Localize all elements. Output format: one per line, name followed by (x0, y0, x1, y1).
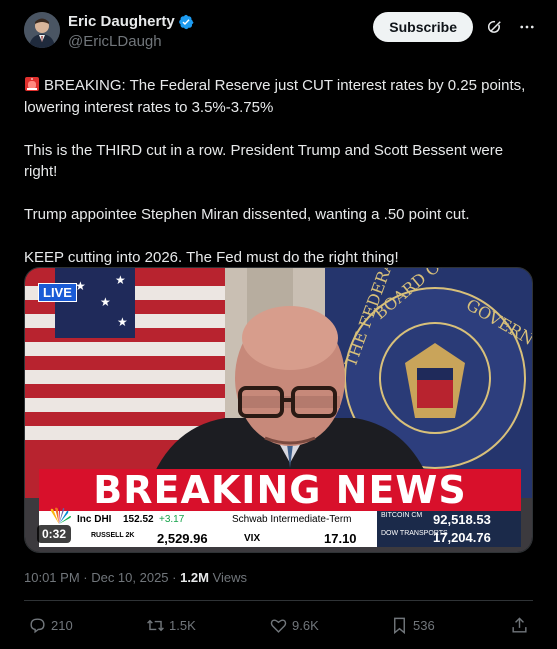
video-duration: 0:32 (37, 525, 72, 543)
author-handle[interactable]: @EricLDaugh (68, 32, 194, 51)
nbc-peacock-logo-icon (50, 507, 71, 524)
repost-button[interactable]: 1.5K (146, 616, 196, 635)
verified-badge-icon (178, 14, 194, 30)
bookmark-button[interactable]: 536 (390, 616, 435, 635)
grok-icon[interactable] (485, 17, 505, 37)
bookmark-icon (394, 617, 405, 634)
reply-icon (30, 617, 45, 633)
tweet-paragraph: BREAKING: The Federal Reserve just CUT i… (24, 77, 526, 116)
tweet-meta: 10:01 PM · Dec 10, 2025 · 1.2M Views (24, 570, 247, 585)
police-siren-icon (25, 77, 39, 91)
subscribe-button[interactable]: Subscribe (373, 12, 473, 42)
reply-button[interactable]: 210 (28, 616, 73, 635)
svg-text:★: ★ (100, 295, 111, 309)
like-count: 9.6K (292, 617, 319, 633)
heart-icon (270, 618, 287, 633)
reply-count: 210 (51, 617, 73, 633)
repost-icon (147, 619, 164, 631)
svg-text:★: ★ (115, 273, 126, 287)
engagement-bar: 210 1.5K 9.6K 536 (28, 615, 533, 635)
more-options-icon[interactable] (517, 17, 537, 37)
header-actions: Subscribe (373, 12, 537, 42)
timestamp[interactable]: 10:01 PM · Dec 10, 2025 · (24, 570, 180, 585)
repost-count: 1.5K (169, 617, 196, 633)
share-button[interactable] (510, 616, 533, 635)
bookmark-count: 536 (413, 617, 435, 633)
share-icon (512, 616, 527, 633)
breaking-news-banner: BREAKING NEWS (39, 468, 521, 512)
video-player[interactable]: ★ ★ ★ ★ BOARD OF THE FEDERAL GOVERNORS L… (24, 267, 533, 553)
like-button[interactable]: 9.6K (269, 616, 319, 635)
views-count: 1.2M (180, 570, 209, 585)
svg-text:★: ★ (117, 315, 128, 329)
live-badge: LIVE (38, 283, 77, 302)
tweet-paragraph: This is the THIRD cut in a row. Presiden… (24, 141, 504, 181)
stock-ticker: Inc DHI 152.52 +3.17 Schwab Intermediate… (39, 511, 521, 547)
avatar[interactable] (24, 12, 60, 48)
views-label: Views (209, 570, 248, 585)
tweet-text: BREAKING: The Federal Reserve just CUT i… (24, 75, 534, 269)
author-display-name[interactable]: Eric Daugherty (68, 12, 175, 32)
divider (24, 600, 533, 601)
tweet-paragraph: KEEP cutting into 2026. The Fed must do … (24, 249, 399, 266)
tweet-paragraph: Trump appointee Stephen Miran dissented,… (24, 206, 470, 223)
